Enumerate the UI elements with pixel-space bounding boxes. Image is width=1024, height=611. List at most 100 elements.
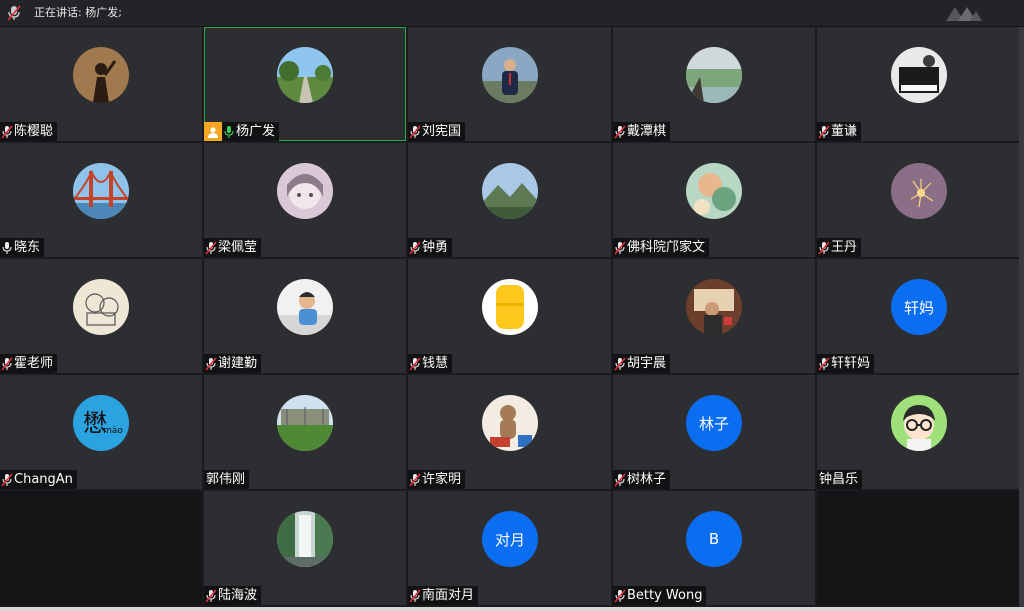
participant-name: 胡宇晨: [627, 356, 667, 371]
participant-name: 钱慧: [422, 356, 449, 371]
mic-speaking-icon[interactable]: [223, 125, 235, 139]
host-badge-icon: [204, 122, 222, 141]
avatar-photo: [686, 163, 742, 219]
mic-muted-icon[interactable]: [614, 472, 626, 487]
participant-avatar: [891, 163, 947, 219]
participant-name-bar: 陈樱聪: [0, 122, 58, 141]
participant-avatar: [277, 511, 333, 567]
participant-avatar: [482, 395, 538, 451]
mic-on-icon[interactable]: [1, 241, 13, 255]
mic-muted-icon[interactable]: [409, 588, 421, 603]
participant-name: 陈樱聪: [14, 124, 54, 139]
mic-muted-icon[interactable]: [409, 472, 421, 487]
mic-muted-icon[interactable]: [614, 356, 626, 371]
participant-name-bar: 轩轩妈: [817, 354, 875, 373]
avatar-photo: [277, 395, 333, 451]
participant-avatar: [277, 395, 333, 451]
avatar-photo: [686, 279, 742, 335]
mic-muted-icon[interactable]: [614, 240, 626, 255]
participant-avatar: [73, 279, 129, 335]
participant-name: 杨广发: [236, 124, 276, 139]
participant-tile[interactable]: B Betty Wong: [613, 491, 815, 605]
participant-tile[interactable]: 轩妈轩轩妈: [817, 259, 1020, 373]
participant-tile[interactable]: 晓东: [0, 143, 202, 257]
mic-muted-icon[interactable]: [205, 356, 217, 371]
mic-muted-icon[interactable]: [818, 356, 830, 371]
participant-name-bar: 钟昌乐: [817, 470, 863, 489]
avatar-initials: B: [708, 530, 720, 548]
participant-tile[interactable]: 许家明: [408, 375, 611, 489]
participant-tile[interactable]: 佛科院邝家文: [613, 143, 815, 257]
participant-name: 钟勇: [422, 240, 449, 255]
participant-name: 董谦: [831, 124, 858, 139]
participant-tile[interactable]: 钟勇: [408, 143, 611, 257]
participant-tile[interactable]: 钱慧: [408, 259, 611, 373]
avatar-photo: [73, 47, 129, 103]
avatar-photo: [482, 47, 538, 103]
participant-name-bar: Betty Wong: [613, 586, 707, 605]
participant-name: 佛科院邝家文: [627, 240, 706, 255]
participant-tile[interactable]: 胡宇晨: [613, 259, 815, 373]
avatar-photo: [686, 47, 742, 103]
participant-tile[interactable]: 懋 mào ChangAn: [0, 375, 202, 489]
avatar-photo: [73, 163, 129, 219]
participant-avatar: 林子: [686, 395, 742, 451]
participant-name: 王丹: [831, 240, 858, 255]
participant-name-bar: 晓东: [0, 238, 45, 257]
participant-name-bar: 谢建勤: [204, 354, 262, 373]
avatar-photo: [277, 511, 333, 567]
participant-avatar: B: [686, 511, 742, 567]
participant-tile[interactable]: 对月 南面对月: [408, 491, 611, 605]
participant-name: 戴潭棋: [627, 124, 667, 139]
avatar-photo: [891, 163, 947, 219]
participant-tile[interactable]: 戴潭棋: [613, 27, 815, 141]
participant-name-bar: ChangAn: [0, 470, 77, 489]
participant-tile[interactable]: 刘宪国: [408, 27, 611, 141]
mic-muted-icon[interactable]: [614, 124, 626, 139]
mic-muted-icon[interactable]: [205, 588, 217, 603]
mic-muted-icon[interactable]: [1, 356, 13, 371]
participant-tile[interactable]: 陆海波: [204, 491, 406, 605]
participant-name: 轩轩妈: [831, 356, 871, 371]
mic-muted-icon[interactable]: [409, 240, 421, 255]
participant-tile[interactable]: 梁佩莹: [204, 143, 406, 257]
participant-avatar: 对月: [482, 511, 538, 567]
mic-muted-icon[interactable]: [1, 124, 13, 139]
participant-tile[interactable]: 谢建勤: [204, 259, 406, 373]
mic-muted-icon[interactable]: [409, 356, 421, 371]
participant-tile[interactable]: 董谦: [817, 27, 1020, 141]
participant-name-bar: 董谦: [817, 122, 862, 141]
mic-muted-icon[interactable]: [818, 124, 830, 139]
avatar-photo: [482, 279, 538, 335]
participant-name-bar: 梁佩莹: [204, 238, 262, 257]
participant-avatar: [686, 279, 742, 335]
mic-muted-icon[interactable]: [614, 588, 626, 603]
participant-tile[interactable]: 钟昌乐: [817, 375, 1020, 489]
participant-name: 霍老师: [14, 356, 54, 371]
participant-tile[interactable]: 霍老师: [0, 259, 202, 373]
scrollbar[interactable]: [1019, 27, 1024, 607]
participant-avatar: [482, 163, 538, 219]
participant-name-bar: 戴潭棋: [613, 122, 671, 141]
participant-name: 梁佩莹: [218, 240, 258, 255]
participant-avatar: [686, 47, 742, 103]
participant-name-bar: 钟勇: [408, 238, 453, 257]
participant-tile[interactable]: 杨广发: [204, 27, 406, 141]
participant-name-bar: 刘宪国: [408, 122, 466, 141]
participant-avatar: [891, 395, 947, 451]
participant-tile[interactable]: 郭伟刚: [204, 375, 406, 489]
participant-tile[interactable]: 林子 树林子: [613, 375, 815, 489]
participant-avatar: 轩妈: [891, 279, 947, 335]
participant-tile[interactable]: 陈樱聪: [0, 27, 202, 141]
participant-avatar: [482, 279, 538, 335]
speaking-mic-icon: [7, 5, 21, 21]
mic-muted-icon[interactable]: [1, 472, 13, 487]
avatar-photo: [891, 395, 947, 451]
participant-name-bar: 钱慧: [408, 354, 453, 373]
participant-tile[interactable]: 王丹: [817, 143, 1020, 257]
mic-muted-icon[interactable]: [409, 124, 421, 139]
avatar-pinyin: mào: [103, 425, 123, 436]
mic-muted-icon[interactable]: [818, 240, 830, 255]
participant-name: 郭伟刚: [206, 472, 246, 487]
mic-muted-icon[interactable]: [205, 240, 217, 255]
